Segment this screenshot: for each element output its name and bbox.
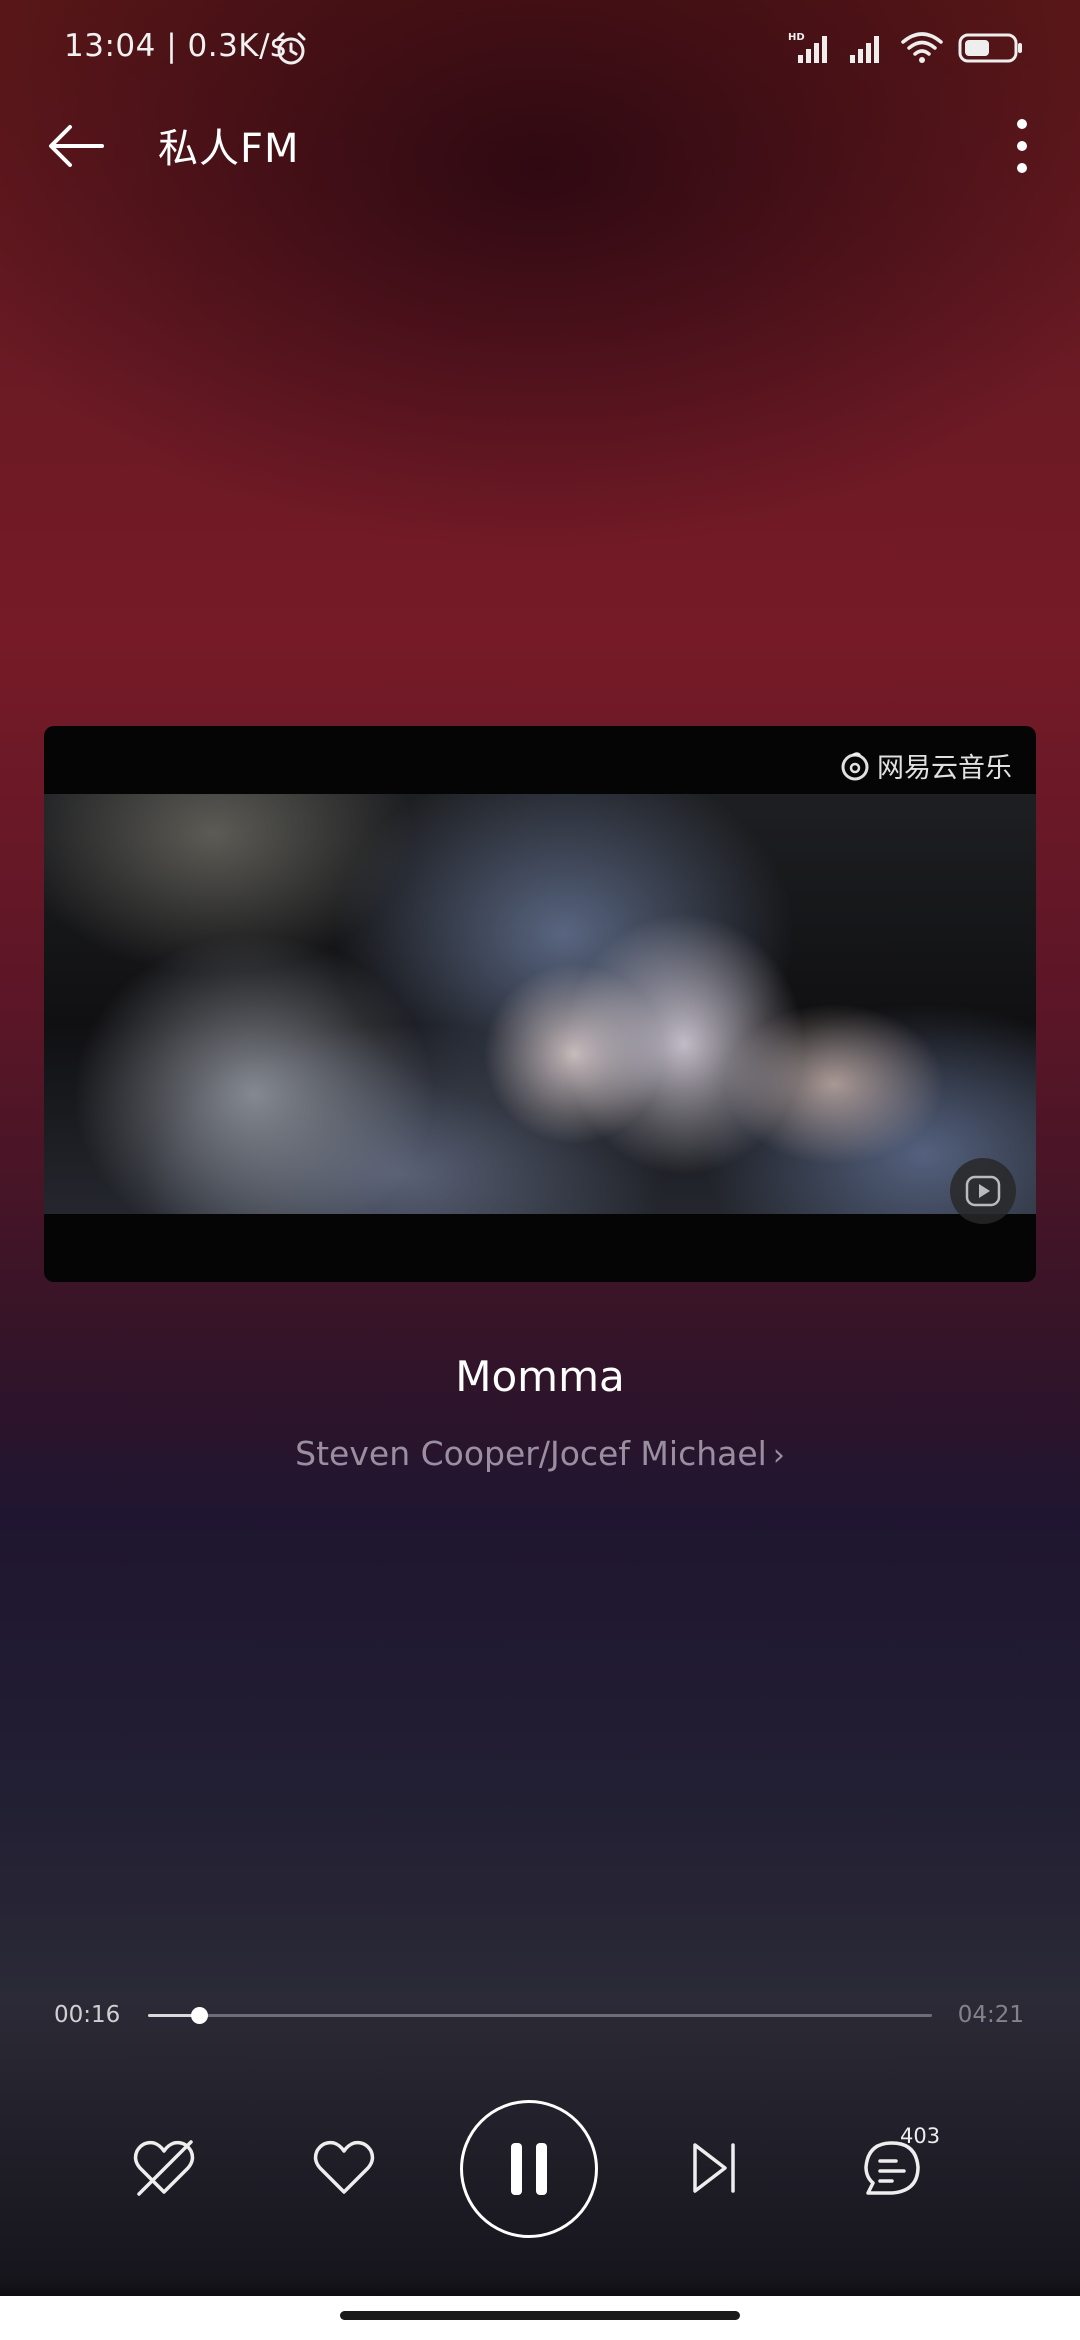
more-vertical-icon <box>1017 119 1027 173</box>
more-button[interactable] <box>990 114 1054 178</box>
netease-logo-icon <box>841 751 869 780</box>
skip-next-icon <box>693 2143 735 2193</box>
progress-knob[interactable] <box>190 2007 208 2024</box>
video-frame[interactable] <box>44 794 1036 1214</box>
next-button[interactable] <box>676 2130 752 2206</box>
heart-icon <box>313 2140 375 2194</box>
video-watermark: 网易云音乐 <box>839 746 1012 785</box>
artist-name: Steven Cooper/Jocef Michael <box>295 1434 767 1473</box>
chevron-right-icon: › <box>772 1438 785 1473</box>
hd-signal-icon: HD <box>788 32 827 63</box>
battery-icon <box>958 33 1022 63</box>
total-time: 04:21 <box>957 2002 1024 2028</box>
video-player[interactable]: 网易云音乐 <box>44 726 1036 1282</box>
watermark-text: 网易云音乐 <box>877 753 1012 784</box>
artist-link[interactable]: Steven Cooper/Jocef Michael › <box>0 1434 1080 1473</box>
comment-count: 403 <box>900 2124 941 2148</box>
player-controls: 403 <box>0 2098 1080 2238</box>
like-button[interactable] <box>306 2130 382 2206</box>
wifi-icon <box>901 32 943 63</box>
header: 私人FM <box>0 96 1080 196</box>
progress-bar[interactable] <box>148 2007 932 2024</box>
svg-text:HD: HD <box>788 32 805 43</box>
current-time: 00:16 <box>54 2002 121 2028</box>
pause-icon <box>511 2143 547 2195</box>
status-time: 13:04 | 0.3K/s <box>64 28 287 64</box>
home-indicator[interactable] <box>340 2311 740 2320</box>
back-button[interactable] <box>44 114 108 178</box>
video-play-button[interactable] <box>950 1158 1016 1224</box>
pause-button[interactable] <box>460 2100 598 2238</box>
arrow-left-icon <box>49 125 104 167</box>
dislike-button[interactable] <box>126 2130 202 2206</box>
alarm-icon <box>276 32 306 65</box>
status-icons: HD <box>788 26 1024 70</box>
signal-icon <box>850 36 879 63</box>
status-bar: 13:04 | 0.3K/s HD <box>0 0 1080 96</box>
song-title: Momma <box>455 1352 625 1401</box>
video-play-icon <box>965 1175 1001 1207</box>
page-title: 私人FM <box>158 126 300 172</box>
dislike-heart-icon <box>133 2140 195 2196</box>
